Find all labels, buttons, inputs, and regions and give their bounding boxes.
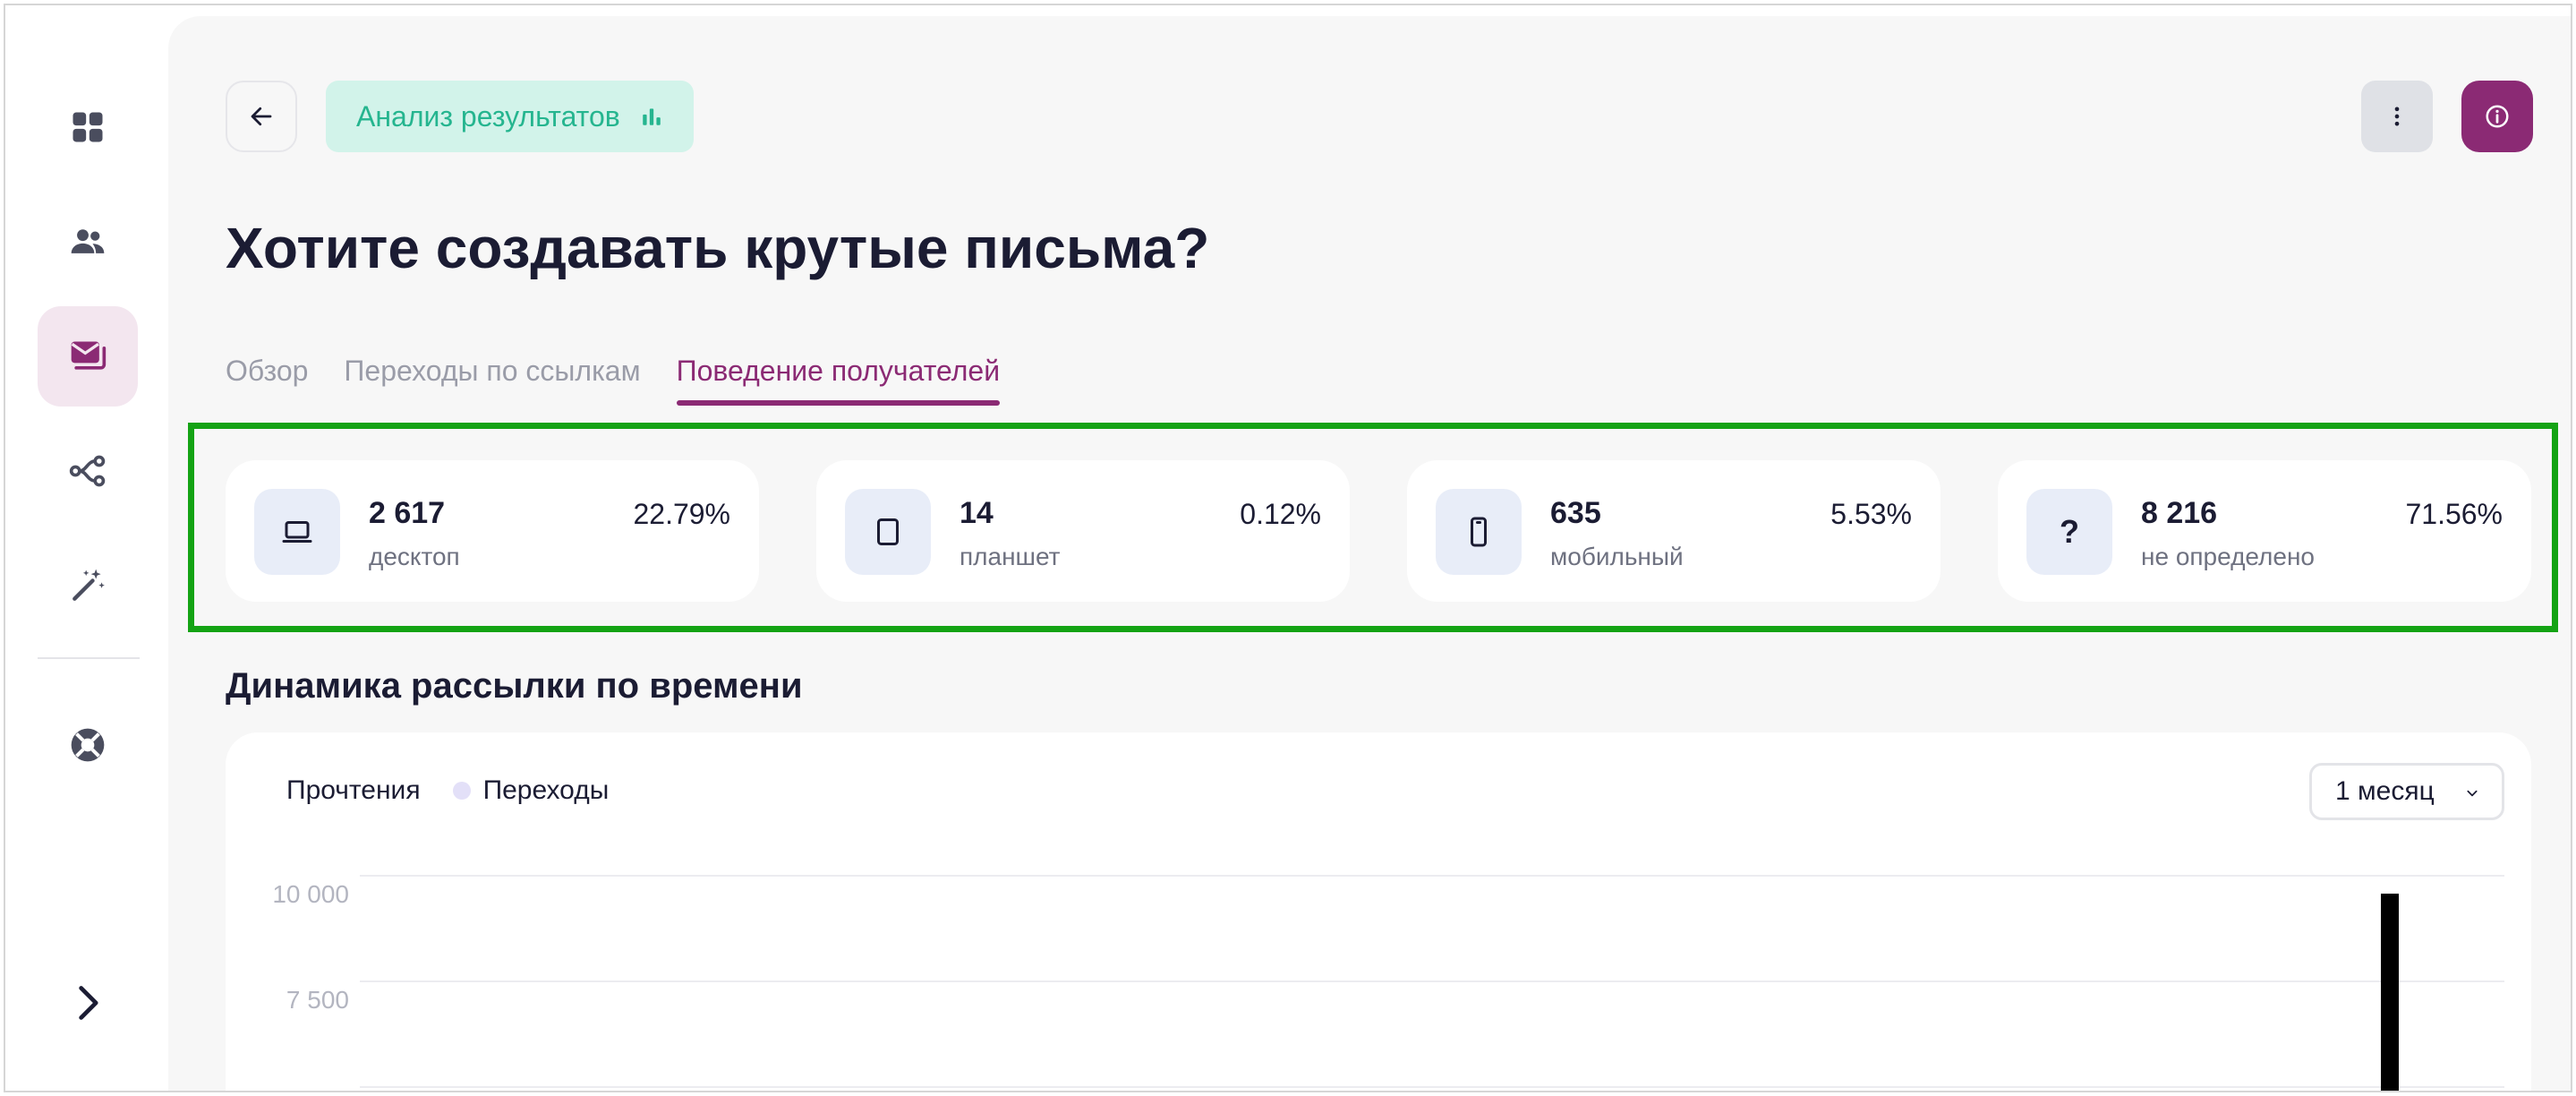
chart-bar[interactable] [2381, 894, 2399, 1092]
magic-wand-icon [73, 569, 105, 601]
sidebar-item-mail[interactable] [38, 306, 138, 407]
tab-overview[interactable]: Обзор [226, 355, 308, 406]
stat-percent: 22.79% [633, 498, 730, 530]
users-icon [71, 229, 105, 253]
y-tick-label: 7 500 [286, 986, 349, 1014]
main-content: Анализ результатов Хотите создавать крут… [168, 16, 2571, 1092]
category-pill[interactable]: Анализ результатов [326, 81, 694, 152]
more-vertical-icon [2394, 107, 2400, 126]
legend-dot [452, 782, 471, 800]
stat-label: мобильный [1550, 543, 1684, 570]
stat-label: планшет [960, 543, 1061, 570]
stat-card-mobile: 635 мобильный 5.53% [1407, 460, 1941, 602]
sidebar-expand-button[interactable] [38, 953, 138, 1053]
phone-icon [1471, 517, 1487, 547]
chart-legend: Прочтения Переходы [286, 775, 609, 806]
stat-percent: 0.12% [1240, 498, 1321, 530]
legend-item-clicks[interactable]: Переходы [452, 775, 610, 806]
sidebar-item-users[interactable] [38, 192, 138, 292]
laptop-icon [282, 521, 312, 543]
sidebar [5, 5, 168, 1091]
back-button[interactable] [226, 81, 297, 152]
sidebar-item-flows[interactable] [38, 421, 138, 521]
more-button[interactable] [2361, 81, 2433, 152]
tab-recipient-behavior[interactable]: Поведение получателей [676, 355, 1001, 406]
chevron-right-icon [79, 986, 98, 1020]
stat-value: 635 [1550, 496, 1601, 530]
stat-percent: 71.56% [2405, 498, 2503, 530]
chart-plot: 10 0007 5005 000 [272, 875, 2504, 1092]
dashboard-icon [73, 112, 103, 142]
stat-card-icon-box [845, 489, 931, 575]
stat-label: не определено [2141, 543, 2316, 570]
tab-bar: Обзор Переходы по ссылкам Поведение полу… [226, 355, 1001, 406]
info-icon [2486, 105, 2509, 128]
question-icon: ? [2026, 489, 2112, 575]
stat-value: 14 [960, 496, 994, 530]
app-window: Анализ результатов Хотите создавать крут… [4, 4, 2572, 1092]
bar-chart-icon [643, 108, 661, 125]
chevron-down-icon [2467, 790, 2478, 797]
mail-icon [71, 341, 107, 370]
category-pill-label: Анализ результатов [356, 99, 620, 133]
tab-link-clicks[interactable]: Переходы по ссылкам [344, 355, 640, 406]
legend-label: Прочтения [286, 775, 421, 805]
legend-item-reads[interactable]: Прочтения [286, 775, 421, 806]
y-tick-label: 10 000 [272, 880, 349, 908]
stat-card-icon-box [254, 489, 340, 575]
help-circle-icon [71, 728, 105, 762]
period-select-value: 1 месяц [2335, 776, 2435, 806]
period-select[interactable]: 1 месяц [2309, 763, 2504, 820]
sidebar-item-magic[interactable] [38, 535, 138, 636]
arrow-left-icon [251, 107, 272, 126]
sidebar-item-dashboard[interactable] [38, 77, 138, 177]
stat-percent: 5.53% [1830, 498, 1912, 530]
stat-card-tablet: 14 планшет 0.12% [816, 460, 1350, 602]
stat-card-icon-box [1436, 489, 1522, 575]
stat-value: 2 617 [369, 496, 446, 530]
sidebar-divider [38, 657, 140, 659]
chart-card: Прочтения Переходы 1 месяц 10 0007 5005 … [226, 732, 2531, 1092]
info-button[interactable] [2461, 81, 2533, 152]
tablet-icon [877, 518, 899, 545]
legend-label: Переходы [482, 775, 610, 805]
sidebar-item-help[interactable] [38, 695, 138, 795]
page-title: Хотите создавать крутые письма? [226, 216, 1210, 280]
stat-card-desktop: 2 617 десктоп 22.79% [226, 460, 759, 602]
flow-icon [69, 455, 106, 487]
stat-value: 8 216 [2141, 496, 2218, 530]
section-title: Динамика рассылки по времени [226, 666, 803, 706]
stat-card-unknown: ? 8 216 не определено 71.56% [1998, 460, 2531, 602]
stat-label: десктоп [369, 543, 460, 570]
